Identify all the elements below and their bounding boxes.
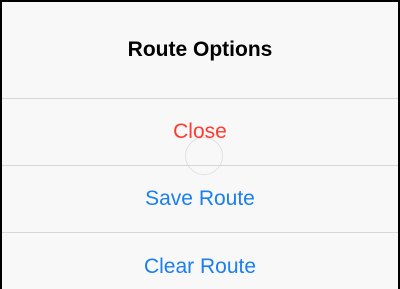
close-button-label: Close xyxy=(173,120,227,143)
action-sheet: Route Options Close Save Route Clear Rou… xyxy=(2,2,398,289)
sheet-title: Route Options xyxy=(2,2,398,99)
clear-route-button[interactable]: Clear Route xyxy=(2,233,398,289)
save-route-button[interactable]: Save Route xyxy=(2,166,398,233)
save-route-button-label: Save Route xyxy=(145,187,255,210)
route-options-sheet-frame: Route Options Close Save Route Clear Rou… xyxy=(0,0,400,289)
close-button[interactable]: Close xyxy=(2,99,398,166)
clear-route-button-label: Clear Route xyxy=(143,254,257,278)
